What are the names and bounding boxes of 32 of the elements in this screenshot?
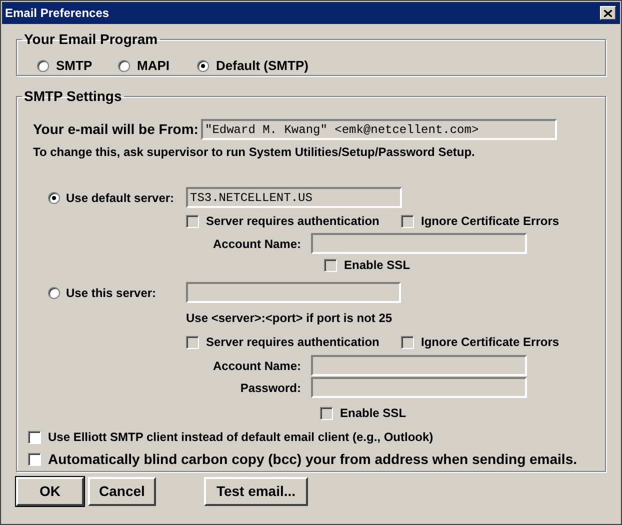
checkbox-label: Ignore Certificate Errors (421, 213, 560, 230)
field-label: Your e-mail will be From: (33, 120, 200, 139)
radio-label: MAPI (137, 57, 170, 75)
field-label: Password: (239, 380, 302, 396)
field-label: Account Name: (212, 358, 302, 374)
dialog-button[interactable]: Test email... (204, 477, 308, 506)
checkbox-label: Server requires authentication (206, 334, 380, 351)
checkbox-label: Enable SSL (340, 405, 406, 422)
checkbox-label: Enable SSL (344, 257, 410, 274)
radio-label: Use this server: (66, 284, 156, 302)
checkbox-label: Ignore Certificate Errors (421, 334, 560, 351)
group-title: SMTP Settings (23, 87, 123, 106)
field-label: Account Name: (212, 236, 302, 252)
close-button[interactable] (600, 6, 616, 20)
dialog-button[interactable]: Cancel (88, 477, 156, 506)
group-title: Your Email Program (23, 30, 159, 49)
checkbox-label: Use Elliott SMTP client instead of default email client (e.g., Outlook) (48, 429, 434, 446)
note-text: To change this, ask supervisor to run System Utilities/Setup/Password Setup. (33, 144, 476, 161)
checkbox[interactable] (28, 430, 41, 444)
radio-button[interactable] (197, 60, 209, 72)
radio-label: Default (SMTP) (216, 57, 308, 75)
dialog-button[interactable]: OK (16, 477, 84, 506)
radio-label: SMTP (56, 57, 92, 75)
checkbox[interactable] (28, 453, 41, 466)
radio-button[interactable] (37, 60, 49, 72)
radio-button[interactable] (118, 60, 130, 72)
hint-text: Use <server>:<port> if port is not 25 (186, 310, 394, 327)
window-title: Email Preferences (5, 5, 110, 22)
close-icon (604, 10, 612, 16)
checkbox-label: Automatically blind carbon copy (bcc) your from address when sending emails. (48, 450, 577, 469)
radio-label: Use default server: (66, 190, 174, 206)
checkbox-label: Server requires authentication (206, 213, 380, 230)
